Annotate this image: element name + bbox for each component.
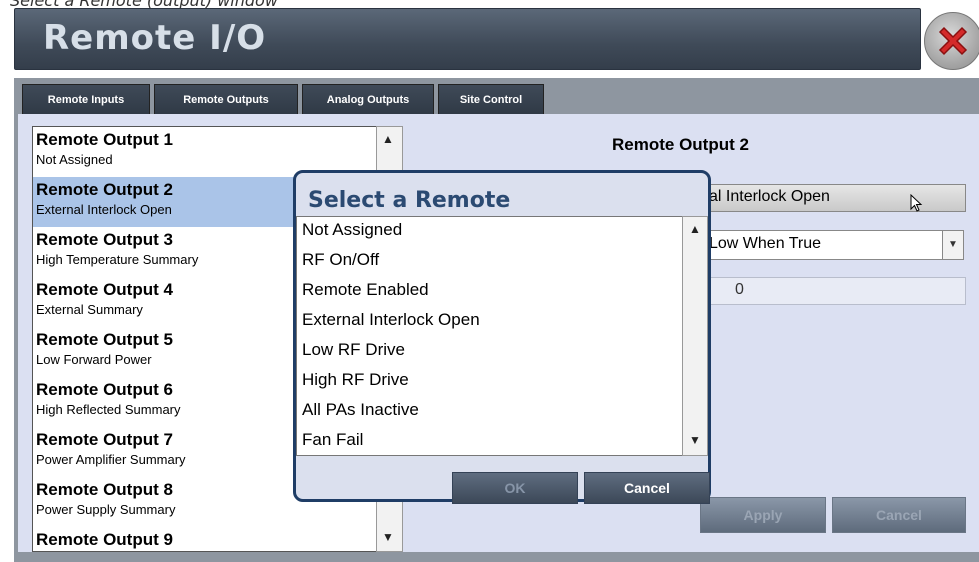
output-title: Remote Output 2 <box>36 180 173 199</box>
list-item[interactable]: Not Assigned <box>302 220 402 240</box>
output-title: Remote Output 8 <box>36 480 173 499</box>
dialog-title: Select a Remote <box>308 188 511 213</box>
tab-analog-outputs[interactable]: Analog Outputs <box>302 84 434 115</box>
output-title: Remote Output 3 <box>36 230 173 249</box>
value-field: 0 <box>700 277 966 305</box>
list-item[interactable]: All PAs Inactive <box>302 400 419 420</box>
list-item[interactable]: RF On/Off <box>302 250 379 270</box>
list-item[interactable]: Low RF Drive <box>302 340 405 360</box>
output-title: Remote Output 4 <box>36 280 173 299</box>
output-assignment: Low Forward Power <box>36 352 152 367</box>
apply-button[interactable]: Apply <box>700 497 826 533</box>
tab-site-control[interactable]: Site Control <box>438 84 544 115</box>
mode-select-value: Low When True <box>709 235 822 252</box>
assignment-label: al Interlock Open <box>709 188 830 205</box>
tab-remote-inputs[interactable]: Remote Inputs <box>22 84 150 115</box>
scroll-down-icon[interactable]: ▼ <box>689 433 701 447</box>
assignment-button[interactable]: al Interlock Open <box>700 184 966 212</box>
close-icon <box>938 26 968 56</box>
list-item[interactable]: Remote Output 9 <box>33 527 377 551</box>
list-item[interactable]: Fan Fail <box>302 430 363 450</box>
scroll-up-icon[interactable]: ▲ <box>689 222 701 236</box>
output-assignment: Power Supply Summary <box>36 502 176 517</box>
chevron-down-icon[interactable]: ▼ <box>942 231 963 259</box>
mode-select[interactable]: Low When True ▼ <box>700 230 964 260</box>
list-item[interactable]: High RF Drive <box>302 370 409 390</box>
output-assignment: High Reflected Summary <box>36 402 181 417</box>
mouse-cursor-icon <box>910 194 923 212</box>
tab-remote-outputs[interactable]: Remote Outputs <box>154 84 298 115</box>
close-button[interactable] <box>924 12 979 70</box>
output-title: Remote Output 5 <box>36 330 173 349</box>
output-assignment: High Temperature Summary <box>36 252 199 267</box>
detail-title: Remote Output 2 <box>612 135 749 154</box>
scroll-down-icon[interactable]: ▼ <box>382 530 394 544</box>
dialog-cancel-button[interactable]: Cancel <box>584 472 710 504</box>
output-title: Remote Output 1 <box>36 130 173 149</box>
window-title-bar: Remote I/O <box>14 8 921 70</box>
dialog-scrollbar[interactable]: ▲ ▼ <box>682 216 708 456</box>
output-assignment: External Interlock Open <box>36 202 172 217</box>
tab-strip: Remote Inputs Remote Outputs Analog Outp… <box>18 80 979 115</box>
output-title: Remote Output 6 <box>36 380 173 399</box>
cancel-button[interactable]: Cancel <box>832 497 966 533</box>
output-assignment: Power Amplifier Summary <box>36 452 186 467</box>
list-item[interactable]: Remote Enabled <box>302 280 429 300</box>
scroll-up-icon[interactable]: ▲ <box>382 132 394 146</box>
window-title: Remote I/O <box>43 18 267 58</box>
output-assignment: External Summary <box>36 302 143 317</box>
ok-button[interactable]: OK <box>452 472 578 504</box>
value-text: 0 <box>735 281 744 298</box>
list-item[interactable]: External Interlock Open <box>302 310 480 330</box>
output-assignment: Not Assigned <box>36 152 113 167</box>
output-title: Remote Output 9 <box>36 530 173 549</box>
output-title: Remote Output 7 <box>36 430 173 449</box>
remote-option-list[interactable]: Not Assigned RF On/Off Remote Enabled Ex… <box>296 216 684 456</box>
